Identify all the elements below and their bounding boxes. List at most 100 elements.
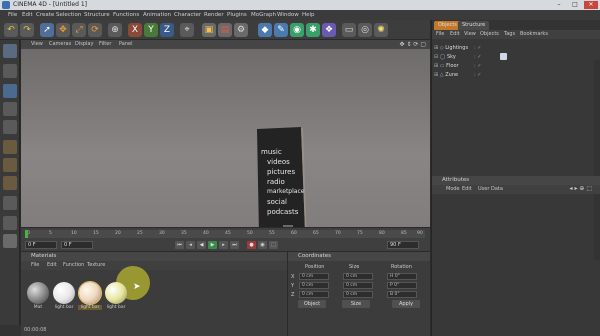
viewport-menu-panel[interactable]: Panel xyxy=(119,41,133,48)
om-menu-tags[interactable]: Tags xyxy=(504,31,515,38)
edges-mode-icon[interactable] xyxy=(3,158,17,172)
spline-pen-icon[interactable]: ✎ xyxy=(274,23,288,37)
size-mode-dropdown[interactable]: Size xyxy=(342,300,370,308)
y-axis-icon[interactable]: Y xyxy=(144,23,158,37)
rotation-b-field[interactable]: B 0° xyxy=(387,291,417,298)
material-tag-icon[interactable] xyxy=(500,53,507,60)
live-select-icon[interactable]: ➚ xyxy=(40,23,54,37)
object-row[interactable]: ⊞ △ Zune : ✓ xyxy=(434,71,599,79)
end-frame-field[interactable]: 90 F xyxy=(387,241,419,249)
visibility-dots[interactable]: : ✓ xyxy=(474,53,481,61)
material-menu-edit[interactable]: Edit xyxy=(47,262,57,269)
3d-viewport[interactable]: music videos pictures radio marketplace … xyxy=(21,49,430,245)
tweak-icon[interactable] xyxy=(3,234,17,248)
snap-icon[interactable] xyxy=(3,196,17,210)
menu-help[interactable]: Help xyxy=(302,11,315,19)
axis-mode-icon[interactable] xyxy=(3,120,17,134)
floor-icon[interactable]: ▭ xyxy=(342,23,356,37)
playhead[interactable] xyxy=(25,230,28,238)
expand-icon[interactable]: ⊟ xyxy=(434,54,438,60)
viewport-nav-icons[interactable]: ✥ ⇕ ⟳ ▢ xyxy=(400,41,426,48)
start-frame-field[interactable]: 0 F xyxy=(25,241,57,249)
expand-icon[interactable]: ⊞ xyxy=(434,63,438,69)
timeline-ruler[interactable]: 0 5 10 15 20 25 30 35 40 45 50 55 60 65 … xyxy=(25,230,425,238)
viewport-menu-cameras[interactable]: Cameras xyxy=(49,41,71,48)
play-backward-icon[interactable]: ◀ xyxy=(197,241,206,249)
visibility-dots[interactable]: : ✓ xyxy=(474,71,481,79)
render-picture-viewer-icon[interactable]: ▤ xyxy=(218,23,232,37)
expand-icon[interactable]: ⊞ xyxy=(434,72,438,78)
light-icon[interactable]: ✺ xyxy=(374,23,388,37)
om-menu-file[interactable]: File xyxy=(436,31,444,38)
material-swatch[interactable] xyxy=(27,282,49,304)
menu-render[interactable]: Render xyxy=(204,11,224,19)
render-settings-icon[interactable]: ⚙ xyxy=(234,23,248,37)
cube-icon[interactable]: ◆ xyxy=(258,23,272,37)
menu-selection[interactable]: Selection xyxy=(56,11,81,19)
prev-key-icon[interactable]: ◂ xyxy=(186,241,195,249)
visibility-dots[interactable]: : ✓ xyxy=(474,62,481,70)
workplane-icon[interactable] xyxy=(3,216,17,230)
render-view-icon[interactable]: ▣ xyxy=(202,23,216,37)
om-menu-bookmarks[interactable]: Bookmarks xyxy=(520,31,548,38)
scale-icon[interactable]: ⤢ xyxy=(72,23,86,37)
deformer-icon[interactable]: ❖ xyxy=(322,23,336,37)
om-menu-objects[interactable]: Objects xyxy=(480,31,499,38)
menu-window[interactable]: Window xyxy=(277,11,299,19)
current-frame-field[interactable]: 0 F xyxy=(61,241,93,249)
material-swatch[interactable] xyxy=(78,281,102,305)
next-key-icon[interactable]: ▸ xyxy=(219,241,228,249)
menu-animation[interactable]: Animation xyxy=(143,11,171,19)
viewport-menu-filter[interactable]: Filter xyxy=(99,41,111,48)
position-z-field[interactable]: 0 cm xyxy=(299,291,329,298)
menu-file[interactable]: File xyxy=(8,11,17,19)
menu-plugins[interactable]: Plugins xyxy=(227,11,247,19)
points-mode-icon[interactable] xyxy=(3,140,17,154)
texture-mode-icon[interactable] xyxy=(3,102,17,116)
make-editable-icon[interactable] xyxy=(3,44,17,58)
size-x-field[interactable]: 0 cm xyxy=(343,273,373,280)
visibility-dots[interactable]: : ✓ xyxy=(474,44,481,52)
viewport-menu-display[interactable]: Display xyxy=(75,41,93,48)
x-axis-icon[interactable]: X xyxy=(128,23,142,37)
attr-menu-edit[interactable]: Edit xyxy=(462,186,472,193)
subdivision-surface-icon[interactable]: ◉ xyxy=(290,23,304,37)
tab-objects[interactable]: Objects xyxy=(434,21,461,30)
rotation-p-field[interactable]: P 0° xyxy=(387,282,417,289)
viewport-menu-view[interactable]: View xyxy=(31,41,43,48)
position-y-field[interactable]: 0 cm xyxy=(299,282,329,289)
tab-structure[interactable]: Structure xyxy=(458,21,490,30)
coordinate-system-icon[interactable]: ⌖ xyxy=(180,23,194,37)
material-menu-function[interactable]: Function xyxy=(63,262,84,269)
rotate-icon[interactable]: ⟳ xyxy=(88,23,102,37)
size-y-field[interactable]: 0 cm xyxy=(343,282,373,289)
maximize-button[interactable]: □ xyxy=(568,1,582,9)
menu-mograph[interactable]: MoGraph xyxy=(251,11,276,19)
object-row[interactable]: ⊟ ◯ Sky : ✓ xyxy=(434,53,599,61)
material-menu-file[interactable]: File xyxy=(31,262,39,269)
camera-icon[interactable]: ◎ xyxy=(358,23,372,37)
record-icon[interactable]: ● xyxy=(247,241,256,249)
move-icon[interactable]: ✥ xyxy=(56,23,70,37)
material-swatch[interactable] xyxy=(105,282,127,304)
redo-icon[interactable]: ↷ xyxy=(20,23,34,37)
rotation-h-field[interactable]: H 0° xyxy=(387,273,417,280)
object-mode-icon[interactable] xyxy=(3,84,17,98)
attr-nav-arrows[interactable]: ◂ ▸ ⊕ ⬚ xyxy=(570,185,592,192)
apply-button[interactable]: Apply xyxy=(392,300,420,308)
z-axis-icon[interactable]: Z xyxy=(160,23,174,37)
expand-icon[interactable]: ⊞ xyxy=(434,45,438,51)
goto-start-icon[interactable]: ⏮ xyxy=(175,241,184,249)
attr-menu-mode[interactable]: Mode xyxy=(446,186,460,193)
side-dock-tabs[interactable] xyxy=(594,60,600,260)
polygons-mode-icon[interactable] xyxy=(3,176,17,190)
object-row[interactable]: ⊞ ◇ Lightings : ✓ xyxy=(434,44,599,52)
goto-end-icon[interactable]: ⏭ xyxy=(230,241,239,249)
menu-functions[interactable]: Functions xyxy=(113,11,139,19)
menu-edit[interactable]: Edit xyxy=(22,11,33,19)
play-forward-icon[interactable]: ▶ xyxy=(208,241,217,249)
object-row[interactable]: ⊞ ▭ Floor : ✓ xyxy=(434,62,599,70)
undo-icon[interactable]: ↶ xyxy=(4,23,18,37)
menu-structure[interactable]: Structure xyxy=(84,11,110,19)
model-mode-icon[interactable] xyxy=(3,64,17,78)
